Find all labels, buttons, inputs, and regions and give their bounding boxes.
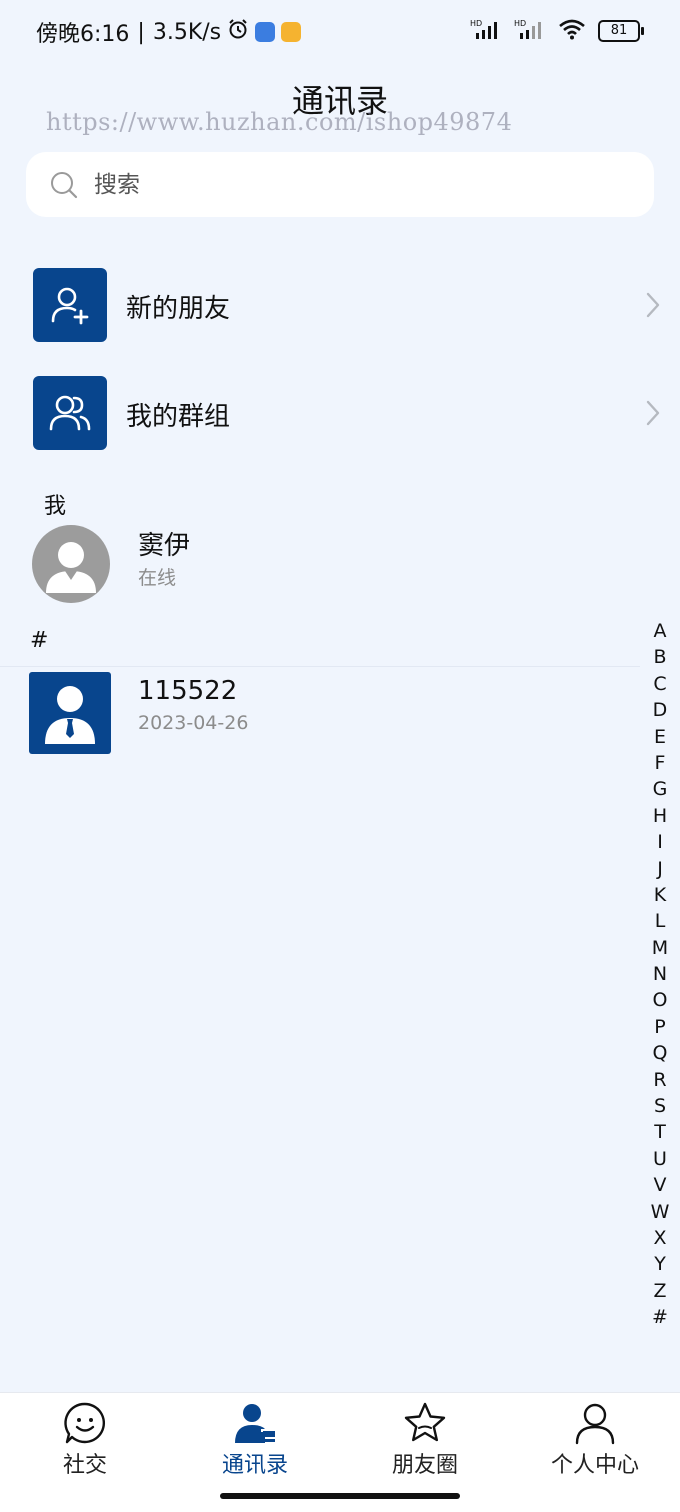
tab-moments[interactable]: 朋友圈: [340, 1393, 510, 1493]
status-bar: 傍晚6:16 | 3.5K/s HD HD 81: [0, 0, 680, 60]
avatar: [32, 525, 110, 603]
index-letter[interactable]: H: [653, 803, 667, 829]
index-letter[interactable]: Z: [653, 1278, 666, 1304]
battery-indicator: 81: [598, 20, 644, 42]
contact-avatar: [29, 672, 111, 754]
wifi-icon: [558, 18, 586, 44]
index-letter[interactable]: S: [654, 1093, 666, 1119]
index-letter[interactable]: Q: [653, 1040, 668, 1066]
index-letter[interactable]: N: [653, 961, 667, 987]
section-header-me: 我: [44, 494, 67, 519]
contacts-icon: [233, 1401, 277, 1445]
search-icon: [48, 169, 80, 201]
index-letter[interactable]: D: [653, 697, 668, 723]
svg-text:HD: HD: [514, 19, 526, 28]
new-friends-label: 新的朋友: [126, 294, 231, 324]
status-right: HD HD 81: [470, 18, 644, 44]
tab-contacts-label: 通讯录: [221, 1453, 288, 1478]
index-letter[interactable]: E: [654, 724, 666, 750]
smile-chat-icon: [63, 1401, 107, 1445]
tab-social[interactable]: 社交: [0, 1393, 170, 1493]
index-letter[interactable]: U: [653, 1146, 667, 1172]
index-letter[interactable]: B: [653, 644, 666, 670]
add-user-icon: [33, 268, 107, 342]
index-letter[interactable]: X: [653, 1225, 666, 1251]
star-icon: [403, 1401, 447, 1445]
index-letter[interactable]: J: [657, 856, 663, 882]
status-separator: |: [137, 19, 145, 45]
tab-profile-label: 个人中心: [550, 1453, 639, 1478]
my-name: 窦伊: [138, 531, 191, 561]
index-letter[interactable]: T: [654, 1119, 666, 1145]
cell-signal-icon-2: HD: [514, 18, 546, 44]
index-letter[interactable]: L: [655, 908, 666, 934]
my-groups-label: 我的群组: [126, 402, 231, 432]
index-letter[interactable]: C: [653, 671, 666, 697]
my-groups-entry[interactable]: 我的群组: [0, 376, 680, 454]
tab-moments-label: 朋友圈: [391, 1453, 458, 1478]
index-letter[interactable]: Y: [654, 1251, 666, 1277]
new-friends-entry[interactable]: 新的朋友: [0, 268, 680, 346]
index-letter[interactable]: #: [652, 1304, 668, 1330]
index-letter[interactable]: V: [654, 1172, 667, 1198]
divider: [0, 666, 640, 667]
search-bar[interactable]: [26, 152, 654, 217]
my-profile-row[interactable]: 窦伊 在线: [0, 525, 640, 609]
index-letter[interactable]: G: [653, 776, 668, 802]
index-letter[interactable]: A: [654, 618, 667, 644]
chevron-right-icon: [642, 290, 664, 320]
person-icon: [573, 1401, 617, 1445]
contact-date: 2023-04-26: [138, 712, 249, 734]
svg-text:HD: HD: [470, 19, 482, 28]
notification-app-icon-blue: [255, 22, 276, 42]
notification-app-icon-orange: [281, 22, 302, 42]
home-indicator[interactable]: [220, 1493, 460, 1499]
index-letter[interactable]: K: [654, 882, 666, 908]
contact-name: 115522: [138, 676, 238, 706]
search-input[interactable]: [92, 170, 616, 199]
index-letter[interactable]: O: [653, 987, 668, 1013]
chevron-right-icon: [642, 398, 664, 428]
index-letter[interactable]: I: [657, 829, 663, 855]
index-letter[interactable]: F: [655, 750, 666, 776]
index-letter[interactable]: W: [651, 1199, 670, 1225]
watermark: https://www.huzhan.com/ishop49874: [46, 108, 513, 136]
tab-contacts[interactable]: 通讯录: [170, 1393, 340, 1493]
index-letter[interactable]: P: [654, 1014, 665, 1040]
alphabet-index[interactable]: A B C D E F G H I J K L M N O P Q R S T …: [640, 618, 680, 1331]
section-header-hash: #: [30, 628, 49, 653]
tab-social-label: 社交: [62, 1453, 107, 1478]
index-letter[interactable]: R: [653, 1067, 666, 1093]
status-left: 傍晚6:16 | 3.5K/s: [36, 16, 302, 48]
group-icon: [33, 376, 107, 450]
my-status: 在线: [138, 567, 177, 589]
contact-row[interactable]: 115522 2023-04-26: [0, 672, 640, 756]
tab-profile[interactable]: 个人中心: [510, 1393, 680, 1493]
cell-signal-icon: HD: [470, 18, 502, 44]
network-speed: 3.5K/s: [152, 19, 222, 45]
alarm-icon: [227, 18, 249, 46]
status-time: 傍晚6:16: [36, 22, 130, 47]
index-letter[interactable]: M: [652, 935, 668, 961]
